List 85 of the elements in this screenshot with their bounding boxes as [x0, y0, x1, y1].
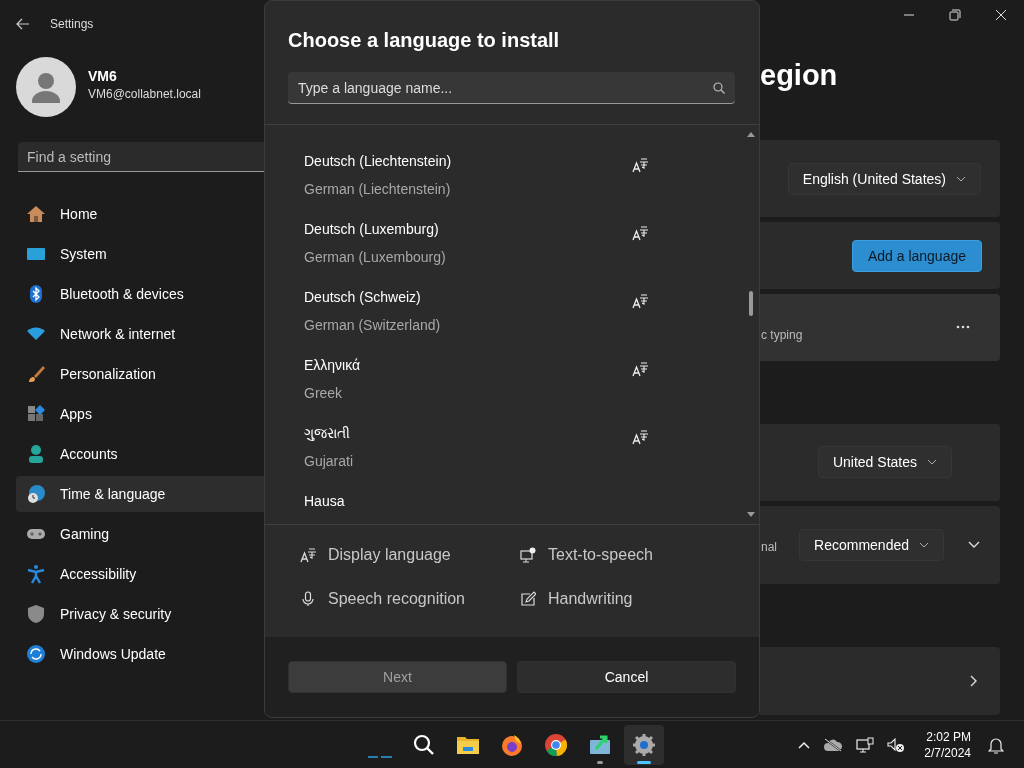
brush-icon	[26, 364, 46, 384]
display-language-icon	[300, 547, 316, 563]
search-icon	[412, 732, 436, 757]
network-monitor-icon[interactable]	[856, 736, 875, 753]
more-options-icon[interactable]	[956, 325, 970, 330]
nav-item[interactable]: System	[16, 236, 264, 272]
privacy-icon	[26, 604, 46, 624]
account-name: VM6	[88, 67, 118, 84]
feature-legend-label: Speech recognition	[328, 590, 465, 608]
avatar-icon	[16, 57, 76, 117]
language-english-name: Gujarati	[304, 452, 355, 471]
language-native-name: Ελληνικά	[304, 356, 362, 375]
nav-item[interactable]: Time & language	[16, 476, 264, 512]
language-search-field[interactable]: Type a language name...	[288, 72, 735, 104]
widgets-icon	[368, 755, 392, 758]
chevron-down-icon	[919, 542, 929, 549]
pen-box-icon	[520, 591, 536, 607]
nav-item[interactable]: Apps	[16, 396, 264, 432]
nav-item[interactable]: Home	[16, 196, 264, 232]
running-indicator	[597, 760, 603, 764]
language-native-name: Deutsch (Luxemburg)	[304, 220, 440, 239]
taskbar-app[interactable]	[624, 724, 664, 765]
dropdown[interactable]: United States	[817, 446, 952, 479]
chevron-right-icon[interactable]	[970, 675, 978, 688]
search-icon	[713, 82, 725, 94]
nav-item[interactable]: Accessibility	[16, 556, 264, 592]
dropdown[interactable]: Recommended	[799, 529, 944, 562]
nav-item[interactable]: Gaming	[16, 516, 264, 552]
cloud-off-icon[interactable]	[823, 737, 844, 752]
language-native-name: Deutsch (Schweiz)	[304, 288, 422, 307]
language-english-name: German (Switzerland)	[304, 316, 442, 335]
language-item[interactable]: Deutsch (Liechtenstein) German (Liechtenstein)	[265, 137, 759, 205]
account-email: VM6@collabnet.local	[88, 86, 201, 101]
back-arrow-icon[interactable]	[16, 18, 30, 30]
setting-description: nal	[761, 540, 777, 555]
microphone-icon	[300, 591, 316, 607]
volume-muted-icon[interactable]	[887, 736, 906, 753]
language-item[interactable]: Deutsch (Luxemburg) German (Luxembourg)	[265, 205, 759, 273]
nav-item[interactable]: Bluetooth & devices	[16, 276, 264, 312]
nav-item[interactable]: Personalization	[16, 356, 264, 392]
language-native-name: Hausa	[304, 492, 346, 511]
scrollbar-thumb[interactable]	[749, 291, 753, 316]
language-english-name: German (Liechtenstein)	[304, 180, 452, 199]
apps-icon	[26, 404, 46, 424]
scroll-down-icon[interactable]	[747, 512, 755, 518]
dropdown[interactable]: English (United States)	[787, 162, 981, 195]
language-native-name: Deutsch (Liechtenstein)	[304, 152, 453, 171]
chevron-up-icon[interactable]	[798, 740, 811, 749]
bell-icon[interactable]	[988, 735, 1004, 754]
page-title: egion	[760, 58, 839, 93]
setting-description: c typing	[761, 328, 803, 342]
language-item[interactable]: Deutsch (Schweiz) German (Switzerland)	[265, 273, 759, 341]
language-item[interactable]: Ελληνικά Greek	[265, 341, 759, 409]
cancel-button[interactable]: Cancel	[517, 661, 736, 693]
monitor-speech-icon	[520, 547, 536, 563]
nav-item[interactable]: Privacy & security	[16, 596, 264, 632]
feature-legend-label: Handwriting	[548, 590, 633, 608]
language-item[interactable]: ગુજરાતી Gujarati	[265, 409, 759, 477]
fox-globe-icon	[500, 732, 524, 757]
chrome-icon	[544, 732, 568, 757]
expand-chevron-icon[interactable]	[968, 541, 980, 550]
language-english-name: Greek	[304, 384, 344, 403]
language-native-name: ગુજરાતી	[304, 424, 351, 443]
running-indicator	[637, 760, 651, 764]
nav-item[interactable]: Windows Update	[16, 636, 264, 672]
window-title: Settings	[50, 17, 94, 31]
search-field[interactable]: Find a setting	[18, 142, 264, 172]
time-icon	[26, 484, 46, 504]
update-icon	[26, 644, 46, 664]
home-icon	[26, 204, 46, 224]
clock[interactable]: 2:02 PM 2/7/2024	[924, 729, 971, 760]
feature-legend-label: Text-to-speech	[548, 546, 653, 564]
language-english-name: German (Luxembourg)	[304, 248, 447, 267]
nav-item[interactable]: Accounts	[16, 436, 264, 472]
chevron-down-icon	[956, 175, 966, 182]
accessibility-icon	[26, 564, 46, 584]
add-language-button[interactable]: Add a language	[851, 239, 982, 272]
gear-icon	[632, 732, 656, 757]
accounts-icon	[26, 444, 46, 464]
chevron-down-icon	[927, 459, 937, 466]
dialog-title: Choose a language to install	[287, 28, 561, 52]
feature-legend-label: Display language	[328, 546, 451, 564]
scroll-up-icon[interactable]	[747, 131, 755, 137]
nav-item[interactable]: Network & internet	[16, 316, 264, 352]
language-item[interactable]: Hausa	[265, 477, 759, 524]
